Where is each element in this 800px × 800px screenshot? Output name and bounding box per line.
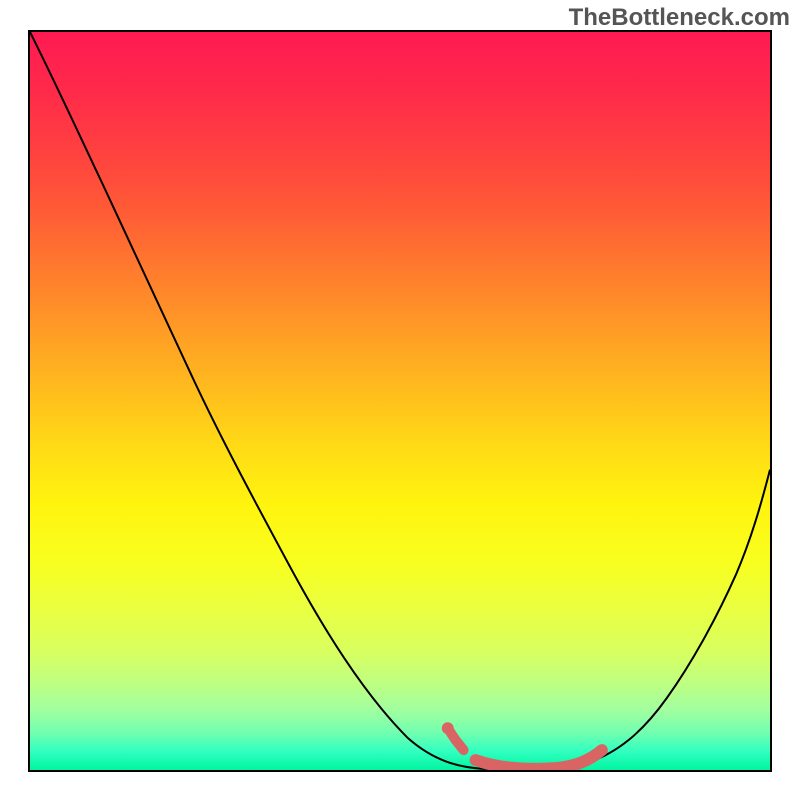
optimal-plateau bbox=[476, 750, 602, 769]
plot-area bbox=[28, 30, 772, 772]
watermark-text: TheBottleneck.com bbox=[569, 4, 790, 32]
bottleneck-curve bbox=[30, 32, 770, 769]
curve-svg bbox=[30, 32, 770, 770]
chart-container: TheBottleneck.com bbox=[0, 0, 800, 800]
marker-dot-icon bbox=[442, 722, 454, 734]
